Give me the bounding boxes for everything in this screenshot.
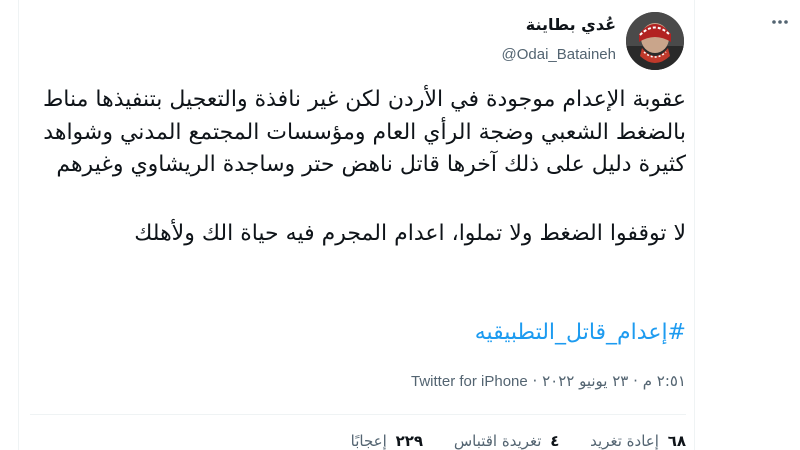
- quotes-label: تغريدة اقتباس: [453, 432, 542, 450]
- tweet-meta: ٢:٥١ م · ٢٣ يونيو ٢٠٢٢ · Twitter for iPh…: [411, 370, 686, 393]
- retweets-label: إعادة تغريد: [590, 432, 659, 450]
- more-horizontal-icon: [770, 16, 790, 37]
- tweet-time[interactable]: ٢:٥١ م: [643, 372, 686, 390]
- meta-separator: ·: [633, 372, 638, 390]
- avatar-image: [626, 12, 684, 70]
- tweet-date[interactable]: ٢٣ يونيو ٢٠٢٢: [542, 372, 628, 390]
- retweets-count: ٦٨: [667, 432, 686, 450]
- timeline-border-left: [18, 0, 19, 450]
- author-block[interactable]: عُدي بطاينة @Odai_Bataineh: [502, 14, 616, 66]
- likes-stat[interactable]: ٢٢٩ إعجابًا: [351, 430, 423, 450]
- likes-count: ٢٢٩: [395, 432, 424, 450]
- tweet-text: عقوبة الإعدام موجودة في الأردن لكن غير ن…: [30, 84, 686, 250]
- tweet-stats: ٦٨ إعادة تغريد ٤ تغريدة اقتباس ٢٢٩ إعجاب…: [325, 430, 686, 450]
- tweet-paragraph: لا توقفوا الضغط ولا تملوا، اعدام المجرم …: [134, 220, 686, 246]
- likes-label: إعجابًا: [350, 432, 387, 450]
- timeline-border-right: [694, 0, 695, 450]
- tweet-source[interactable]: Twitter for iPhone: [411, 373, 528, 390]
- stats-divider: [30, 414, 686, 415]
- author-name[interactable]: عُدي بطاينة: [502, 14, 616, 36]
- tweet-paragraph: عقوبة الإعدام موجودة في الأردن لكن غير ن…: [42, 87, 686, 177]
- meta-separator: ·: [532, 372, 538, 390]
- retweets-stat[interactable]: ٦٨ إعادة تغريد: [590, 430, 686, 450]
- hashtag-link[interactable]: #إعدام_قاتل_التطبيقيه: [475, 316, 686, 350]
- quotes-stat[interactable]: ٤ تغريدة اقتباس: [454, 430, 560, 450]
- author-handle[interactable]: @Odai_Bataineh: [502, 44, 616, 66]
- more-options-button[interactable]: [768, 12, 792, 36]
- quotes-count: ٤: [550, 432, 560, 450]
- avatar[interactable]: [626, 12, 684, 70]
- tweet-card: عُدي بطاينة @Odai_Bataineh عقوبة الإعدام…: [0, 0, 800, 450]
